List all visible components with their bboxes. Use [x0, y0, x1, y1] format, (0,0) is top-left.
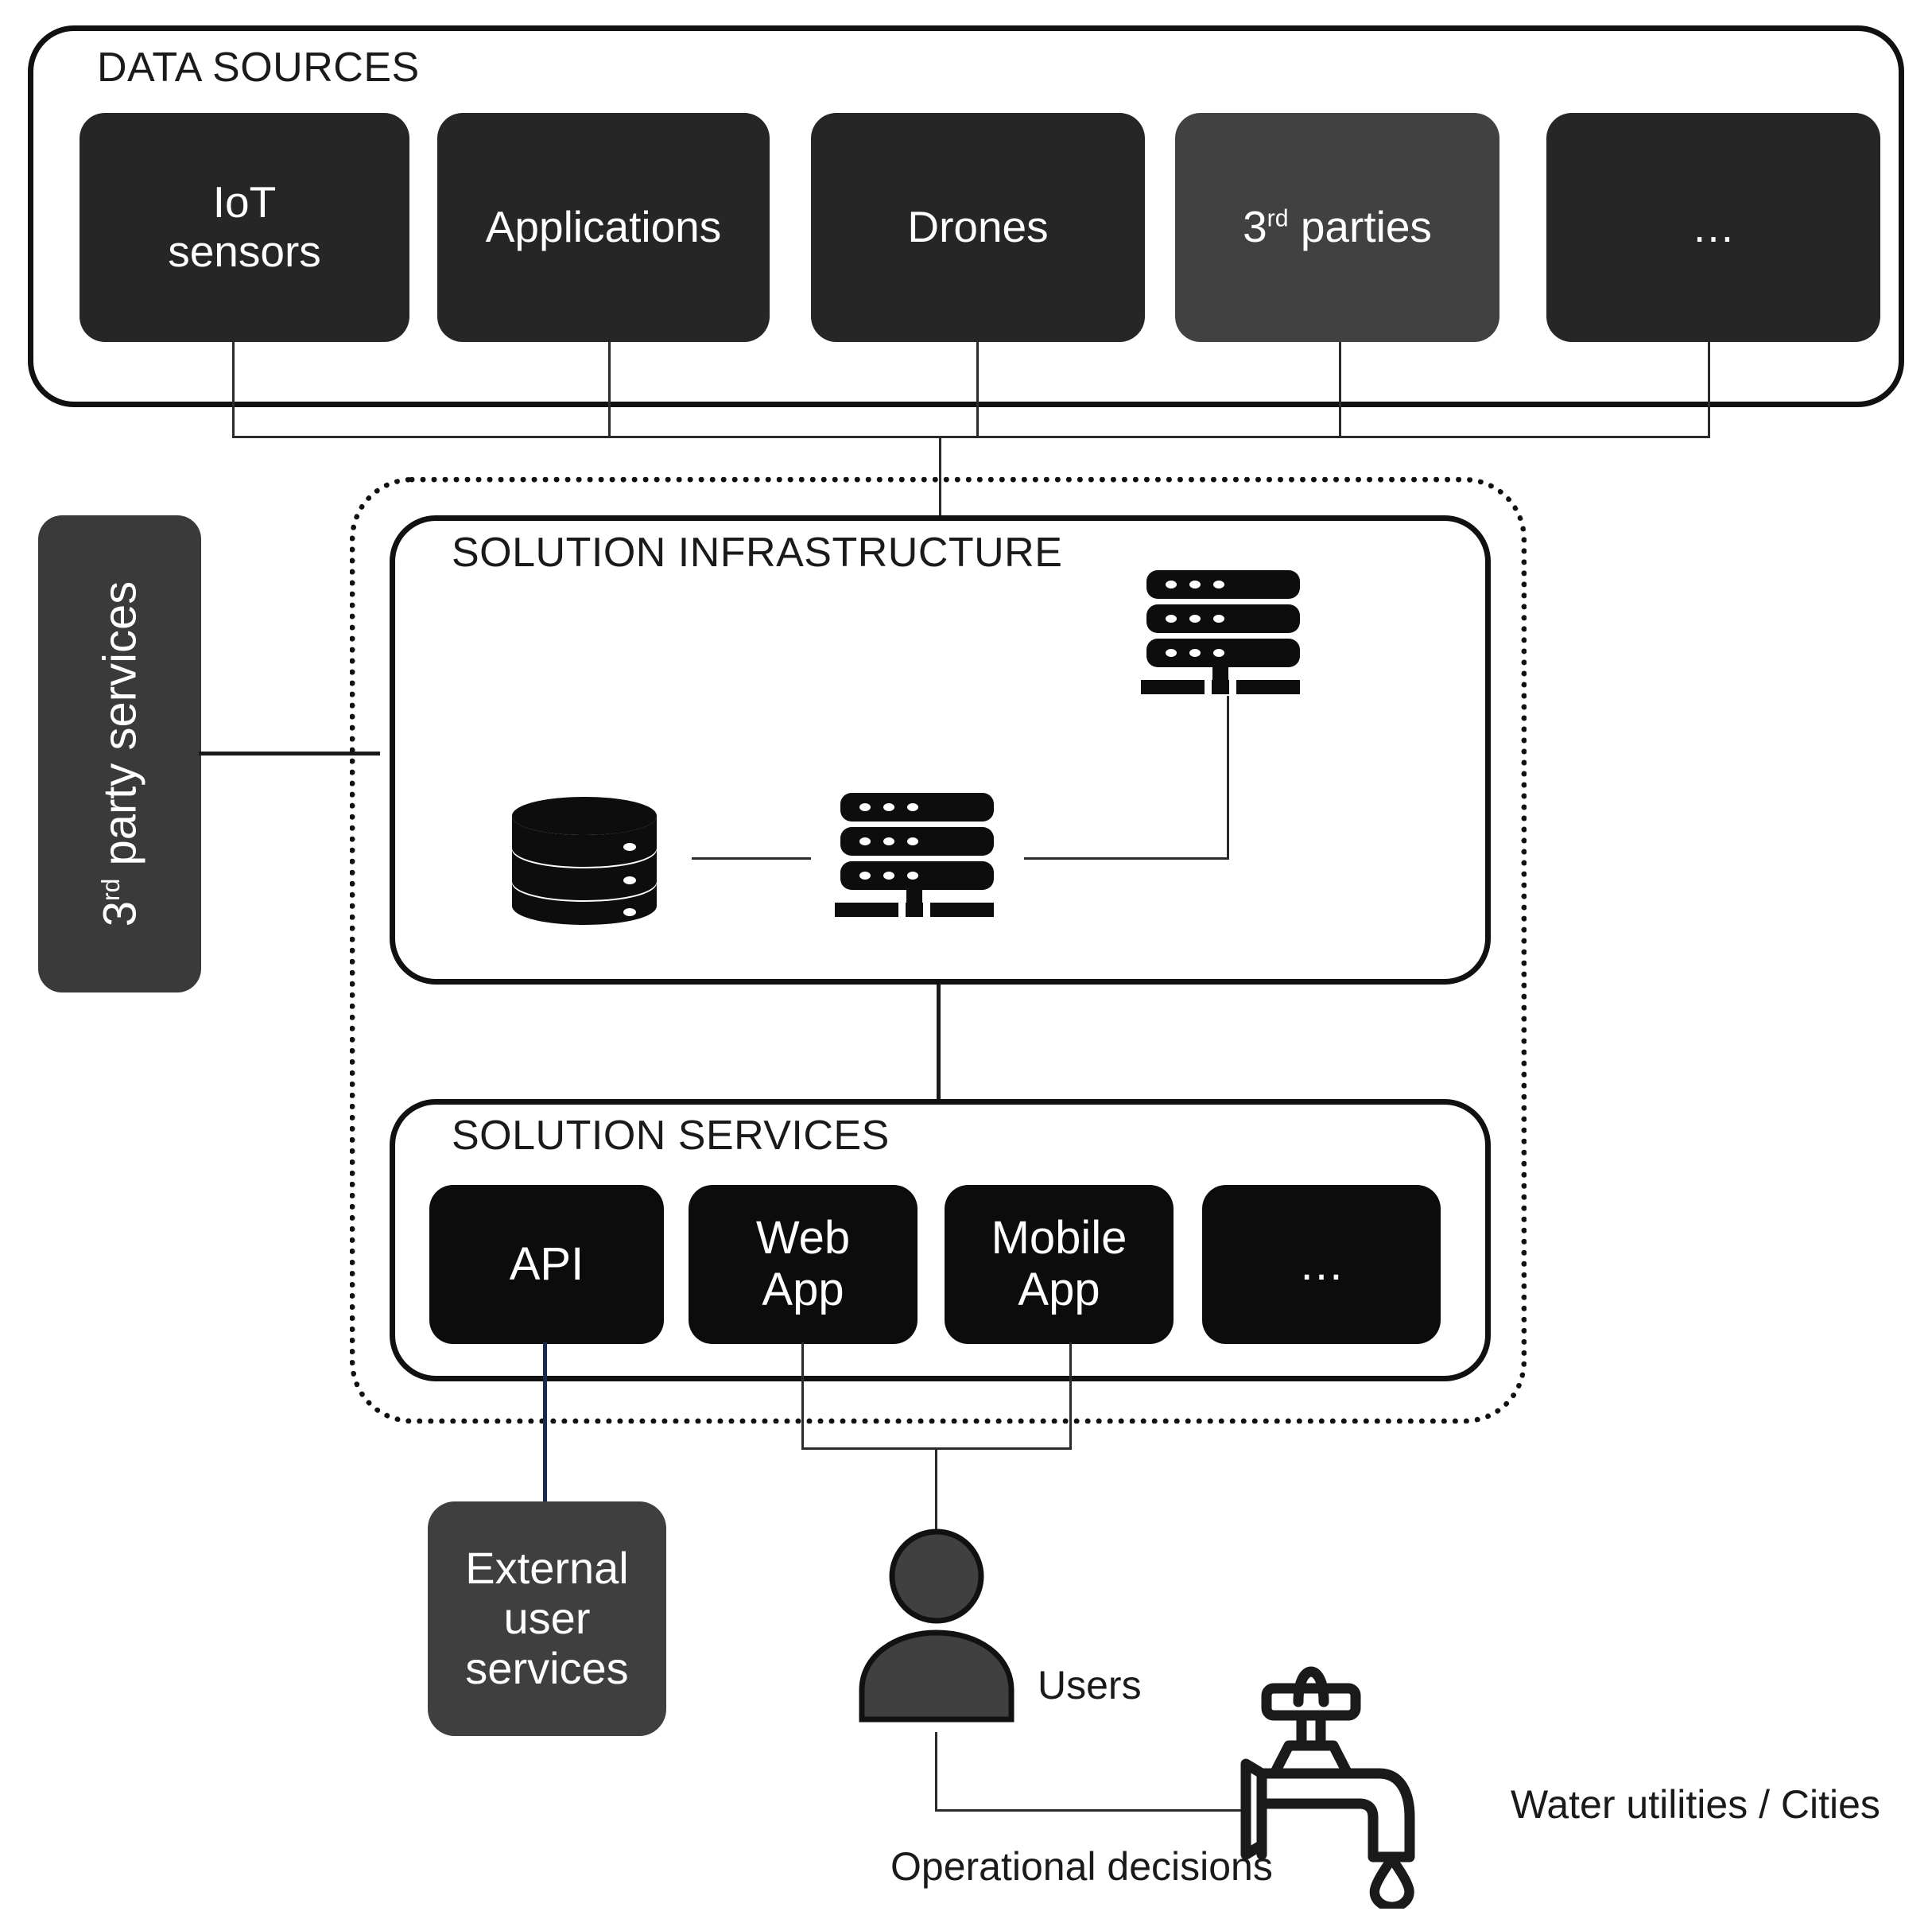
card-label: API [509, 1237, 584, 1290]
third-party-services-box[interactable]: 3rd party services [38, 515, 201, 992]
data-source-card-drones[interactable]: Drones [811, 113, 1145, 342]
connector-mobile-app-down [1069, 1342, 1072, 1449]
connector-api-to-external-services [543, 1342, 547, 1501]
connector-drones-down [976, 342, 979, 437]
solution-infrastructure-title: SOLUTION INFRASTRUCTURE [452, 530, 1063, 576]
database-icon [509, 795, 660, 926]
diagram-canvas: DATA SOURCES IoT sensors Applications Dr… [0, 0, 1932, 1915]
service-card-mobile-app[interactable]: Mobile App [945, 1185, 1174, 1344]
card-label: 3rd parties [1243, 202, 1432, 252]
card-label: Applications [485, 202, 722, 252]
user-icon [849, 1527, 1024, 1726]
faucet-icon [1236, 1662, 1459, 1912]
third-party-services-label: 3rd party services [94, 581, 145, 927]
connector-applications-down [608, 342, 611, 437]
connector-operational-decisions [935, 1809, 1241, 1812]
data-source-card-more[interactable]: … [1546, 113, 1880, 342]
data-sources-title: DATA SOURCES [97, 45, 420, 91]
server-icon-upper [1137, 569, 1320, 696]
card-label: Mobile App [991, 1212, 1127, 1315]
operational-decisions-label: Operational decisions [890, 1844, 1273, 1889]
connector-more-down [1708, 342, 1710, 437]
data-sources-bus-line [232, 436, 1710, 438]
service-card-more[interactable]: … [1202, 1185, 1441, 1344]
connector-infra-to-services [937, 985, 941, 1100]
service-card-api[interactable]: API [429, 1185, 664, 1344]
solution-services-title: SOLUTION SERVICES [452, 1113, 890, 1159]
connector-server-to-upper-v [1227, 696, 1229, 859]
data-source-card-applications[interactable]: Applications [437, 113, 770, 342]
server-icon-main [831, 791, 1014, 919]
water-utilities-label: Water utilities / Cities [1511, 1782, 1880, 1827]
connector-db-to-server [692, 857, 811, 860]
connector-web-app-down [801, 1342, 804, 1449]
card-label: External user services [465, 1543, 629, 1693]
connector-server-to-upper-h [1024, 857, 1229, 860]
external-user-services-box[interactable]: External user services [428, 1501, 666, 1736]
service-card-web-app[interactable]: Web App [689, 1185, 918, 1344]
card-label: … [1691, 202, 1736, 252]
card-label: … [1298, 1237, 1344, 1290]
connector-users-down [935, 1732, 937, 1812]
data-source-card-third-parties[interactable]: 3rd parties [1175, 113, 1499, 342]
connector-third-parties-down [1339, 342, 1341, 437]
data-source-card-iot-sensors[interactable]: IoT sensors [80, 113, 409, 342]
card-label: Drones [907, 202, 1049, 252]
connector-iot-down [232, 342, 235, 437]
users-label: Users [1038, 1663, 1142, 1707]
card-label: Web App [755, 1212, 851, 1315]
card-label: IoT sensors [168, 177, 321, 276]
